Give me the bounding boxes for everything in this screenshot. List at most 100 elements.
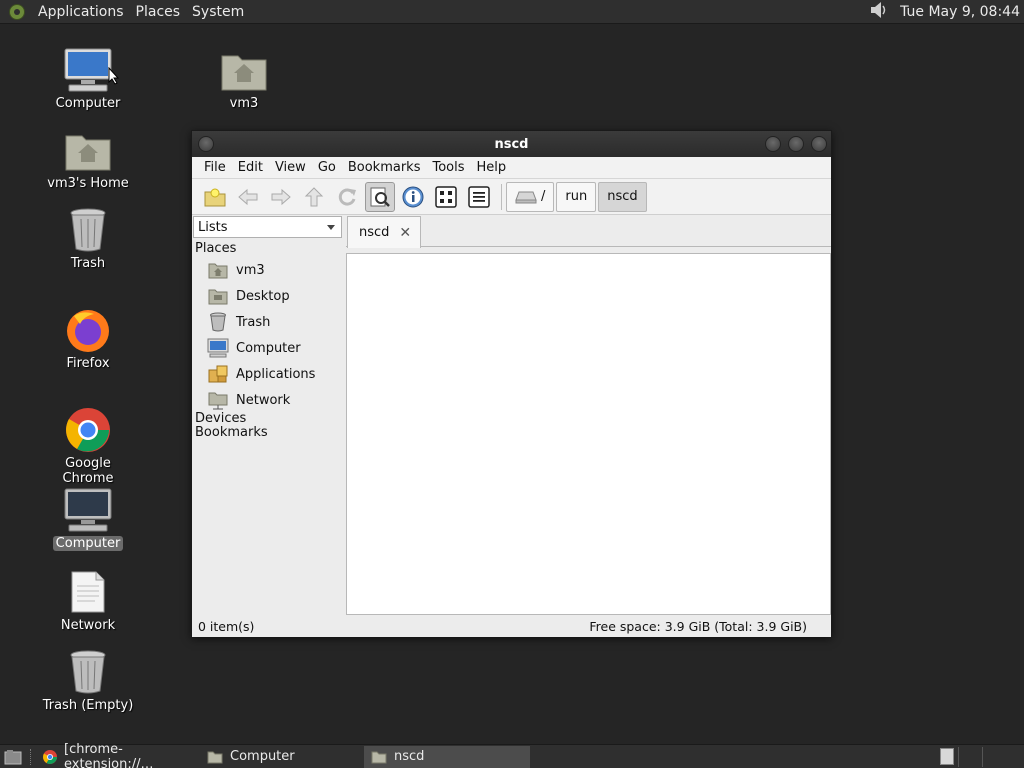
maximize-button[interactable] — [788, 136, 804, 152]
desktop-icon-label: Firefox — [66, 356, 110, 371]
reload-icon[interactable] — [332, 182, 362, 212]
firefox-icon — [62, 306, 114, 354]
menu-tools[interactable]: Tools — [426, 160, 470, 175]
workspace-2[interactable] — [958, 747, 980, 767]
desktop-icon-trash-empty[interactable]: Trash (Empty) — [38, 648, 138, 713]
workspace-3[interactable] — [982, 747, 1004, 767]
bookmarks-header[interactable]: Bookmarks — [195, 425, 268, 440]
place-item-applications[interactable]: Applications — [207, 362, 315, 386]
home-folder-icon — [62, 126, 114, 174]
info-icon[interactable] — [398, 182, 428, 212]
statusbar: 0 item(s) Free space: 3.9 GiB (Total: 3.… — [192, 615, 831, 637]
path-button-run[interactable]: run — [556, 181, 597, 212]
tab-bar: nscd ✕ — [346, 215, 831, 248]
side-pane-type-select[interactable]: Lists — [193, 216, 342, 238]
place-item-vm3[interactable]: vm3 — [207, 258, 265, 282]
menu-help[interactable]: Help — [471, 160, 513, 175]
menubar: File Edit View Go Bookmarks Tools Help — [192, 157, 831, 179]
up-icon[interactable] — [299, 182, 329, 212]
place-item-computer[interactable]: Computer — [207, 336, 301, 360]
places-menu[interactable]: Places — [130, 4, 187, 20]
task-nscd[interactable]: nscd — [364, 745, 530, 768]
file-manager-window: nscd File Edit View Go Bookmarks Tools H… — [191, 130, 832, 637]
close-button[interactable] — [811, 136, 827, 152]
toolbar: / run nscd — [192, 179, 831, 215]
desktop-icon-label: Trash — [70, 256, 106, 271]
desktop-icon-vm3[interactable]: vm3 — [194, 46, 294, 111]
drive-icon — [515, 191, 537, 203]
path-button-root[interactable]: / — [506, 181, 555, 212]
desktop-icon-network[interactable]: Network — [38, 568, 138, 633]
menu-file[interactable]: File — [198, 160, 232, 175]
desktop-icon-label: vm3's Home — [47, 176, 129, 191]
gnome-foot-icon[interactable] — [6, 1, 28, 23]
task-label: nscd — [394, 749, 425, 764]
place-label: Computer — [236, 340, 301, 356]
task-chrome[interactable]: [chrome-extension://… — [36, 742, 200, 768]
home-folder-icon — [207, 260, 229, 280]
place-label: vm3 — [236, 262, 265, 278]
item-count: 0 item(s) — [198, 619, 255, 634]
desktop-icon-label: Computer — [52, 536, 124, 551]
desktop-icon-vm3-home[interactable]: vm3's Home — [38, 126, 138, 191]
desktop-icon-label: Google Chrome — [62, 456, 114, 486]
window-menu-button[interactable] — [198, 136, 214, 152]
search-icon[interactable] — [365, 181, 395, 212]
clock[interactable]: Tue May 9, 08:44 — [900, 4, 1020, 20]
menu-edit[interactable]: Edit — [232, 160, 269, 175]
desktop-icon-label: Computer — [55, 96, 121, 111]
place-label: Applications — [236, 366, 316, 382]
place-item-network[interactable]: Network — [207, 388, 290, 412]
menu-view[interactable]: View — [269, 160, 312, 175]
tab-label: nscd — [359, 225, 390, 240]
desktop-icon-computer-2[interactable]: Computer — [38, 486, 138, 551]
chevron-down-icon — [327, 225, 335, 230]
desktop-icon-computer[interactable]: Computer — [38, 46, 138, 111]
forward-icon[interactable] — [266, 182, 296, 212]
place-item-desktop[interactable]: Desktop — [207, 284, 290, 308]
tab-nscd[interactable]: nscd ✕ — [347, 216, 421, 248]
trash-icon — [62, 206, 114, 254]
document-icon — [62, 568, 114, 616]
close-icon[interactable]: ✕ — [399, 225, 411, 241]
places-header[interactable]: Places — [195, 241, 236, 256]
menu-go[interactable]: Go — [312, 160, 342, 175]
speaker-icon[interactable] — [868, 0, 890, 24]
computer-icon — [62, 46, 114, 94]
task-computer[interactable]: Computer — [200, 746, 364, 768]
place-item-trash[interactable]: Trash — [207, 310, 270, 334]
top-panel: Applications Places System Tue May 9, 08… — [0, 0, 1024, 24]
path-button-nscd[interactable]: nscd — [598, 181, 647, 212]
folder-icon — [206, 749, 224, 765]
show-desktop-icon — [4, 749, 22, 764]
titlebar[interactable]: nscd — [192, 131, 831, 157]
computer-icon — [207, 338, 229, 358]
folder-view[interactable] — [346, 253, 831, 615]
system-menu[interactable]: System — [186, 4, 250, 20]
list-view-icon[interactable] — [464, 182, 494, 212]
devices-header[interactable]: Devices — [195, 411, 246, 426]
desktop-folder-icon — [207, 286, 229, 306]
back-icon[interactable] — [233, 182, 263, 212]
network-folder-icon — [207, 390, 229, 410]
new-folder-icon[interactable] — [200, 182, 230, 212]
task-label: Computer — [230, 749, 295, 764]
desktop-icon-trash[interactable]: Trash — [38, 206, 138, 271]
home-folder-icon — [218, 46, 270, 94]
desktop-icon-chrome[interactable]: Google Chrome — [38, 406, 138, 486]
path-label-root: / — [541, 189, 546, 204]
desktop-icon-firefox[interactable]: Firefox — [38, 306, 138, 371]
show-desktop-button[interactable] — [0, 746, 26, 768]
minimize-button[interactable] — [765, 136, 781, 152]
place-label: Network — [236, 392, 291, 408]
side-pane: Lists Places vm3 Desktop Trash Computer … — [192, 215, 344, 609]
trash-icon — [62, 648, 114, 696]
bottom-panel: [chrome-extension://… Computer nscd — [0, 742, 1024, 768]
icon-view-icon[interactable] — [431, 182, 461, 212]
applications-menu[interactable]: Applications — [32, 4, 130, 20]
desktop-icon-label: Trash (Empty) — [42, 698, 134, 713]
desktop-icon-label: vm3 — [229, 96, 259, 111]
menu-bookmarks[interactable]: Bookmarks — [342, 160, 427, 175]
workspace-1[interactable] — [940, 748, 954, 765]
computer-icon — [62, 486, 114, 534]
